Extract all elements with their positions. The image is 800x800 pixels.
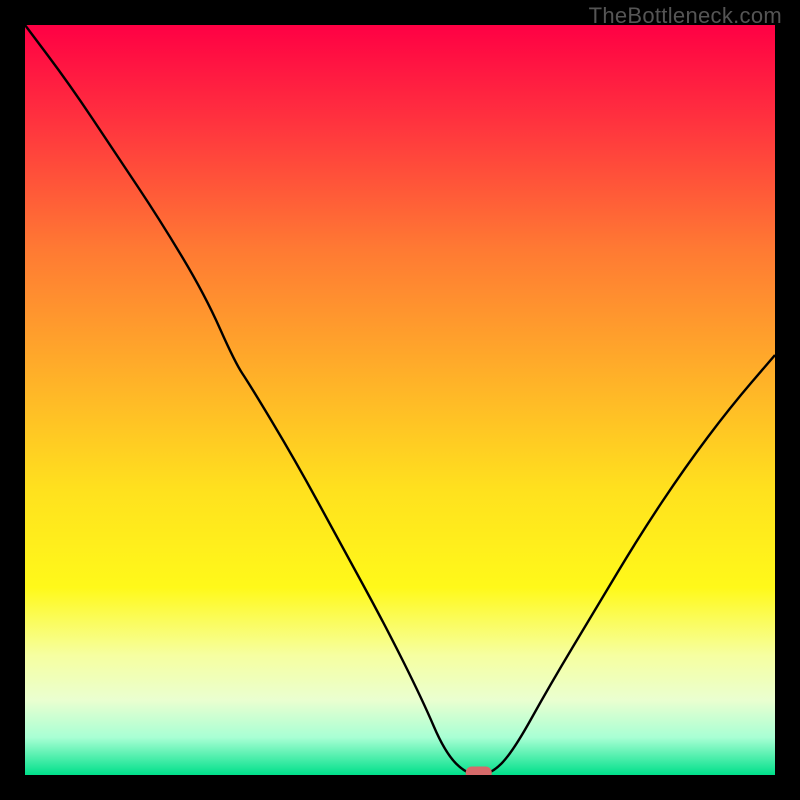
chart-frame: TheBottleneck.com [0, 0, 800, 800]
bottleneck-chart-svg [25, 25, 775, 775]
plot-area [25, 25, 775, 775]
watermark-text: TheBottleneck.com [589, 3, 782, 29]
gradient-background [25, 25, 775, 775]
optimal-point-marker [466, 767, 492, 776]
